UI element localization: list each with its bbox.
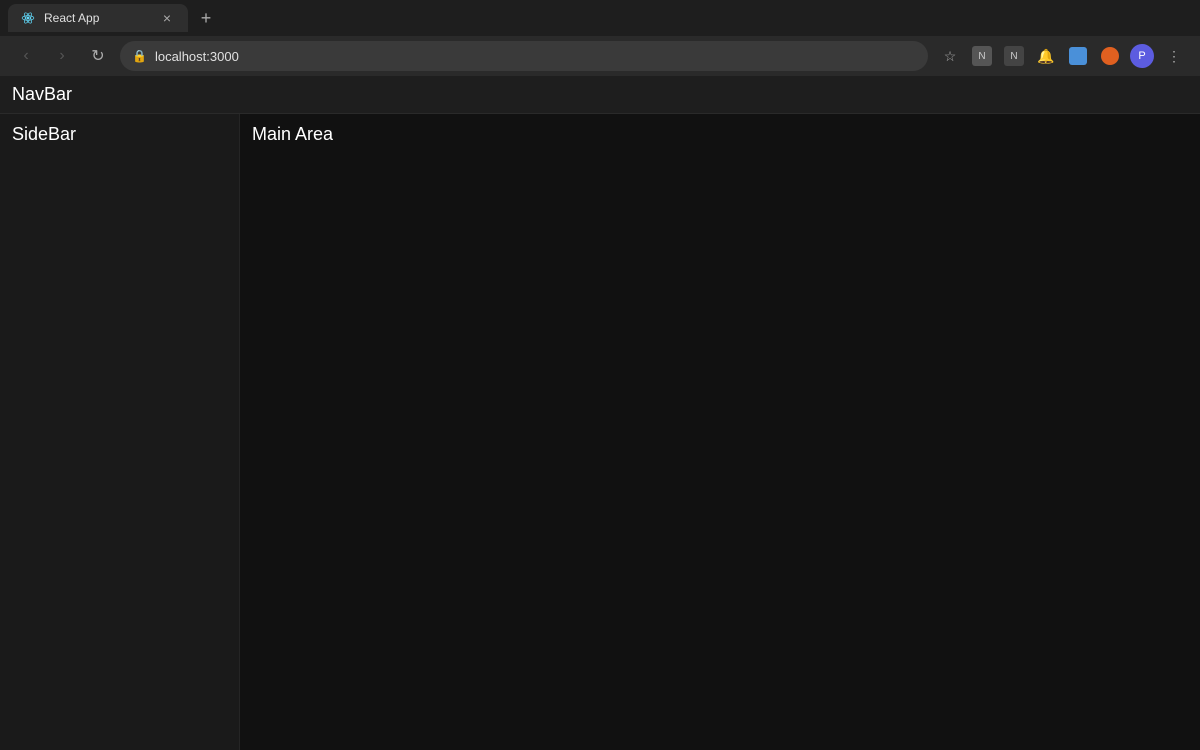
react-favicon-icon [20, 10, 36, 26]
browser-chrome: React App × + ‹ › ↻ 🔒 localhost:3000 ☆ N [0, 0, 1200, 76]
extension-button-3[interactable]: 🔔 [1032, 42, 1060, 70]
menu-button[interactable]: ⋮ [1160, 42, 1188, 70]
bookmark-button[interactable]: ☆ [936, 42, 964, 70]
forward-button[interactable]: › [48, 42, 76, 70]
extension-button-4[interactable] [1064, 42, 1092, 70]
browser-tab[interactable]: React App × [8, 4, 188, 32]
app-sidebar: SideBar [0, 114, 240, 750]
app-container: NavBar SideBar Main Area [0, 76, 1200, 750]
star-icon: ☆ [944, 48, 957, 65]
forward-icon: › [59, 47, 64, 65]
ext-blue-icon [1069, 47, 1087, 65]
lock-icon: 🔒 [132, 49, 147, 63]
app-navbar: NavBar [0, 76, 1200, 114]
tab-title: React App [44, 11, 150, 25]
reload-icon: ↻ [91, 46, 104, 66]
app-body: SideBar Main Area [0, 114, 1200, 750]
extension-button-2[interactable]: N [1000, 42, 1028, 70]
new-tab-button[interactable]: + [192, 4, 220, 32]
address-text: localhost:3000 [155, 49, 916, 64]
bell-icon: 🔔 [1037, 48, 1054, 65]
navigation-bar: ‹ › ↻ 🔒 localhost:3000 ☆ N N 🔔 [0, 36, 1200, 76]
back-icon: ‹ [23, 47, 28, 65]
main-area-text: Main Area [252, 124, 333, 144]
sidebar-text: SideBar [12, 124, 76, 144]
profile-icon: P [1130, 44, 1154, 68]
menu-dots-icon: ⋮ [1167, 48, 1181, 65]
tab-bar: React App × + [0, 0, 1200, 36]
nav-actions: ☆ N N 🔔 P ⋮ [936, 42, 1188, 70]
ext-icon-2: N [1004, 46, 1024, 66]
navbar-text: NavBar [12, 84, 72, 104]
tab-close-button[interactable]: × [158, 9, 176, 27]
address-bar[interactable]: 🔒 localhost:3000 [120, 41, 928, 71]
profile-button[interactable]: P [1128, 42, 1156, 70]
extension-button-5[interactable] [1096, 42, 1124, 70]
ext-orange-icon [1101, 47, 1119, 65]
extension-button-1[interactable]: N [968, 42, 996, 70]
app-main: Main Area [240, 114, 1200, 750]
ext-icon-1: N [972, 46, 992, 66]
back-button[interactable]: ‹ [12, 42, 40, 70]
reload-button[interactable]: ↻ [84, 42, 112, 70]
